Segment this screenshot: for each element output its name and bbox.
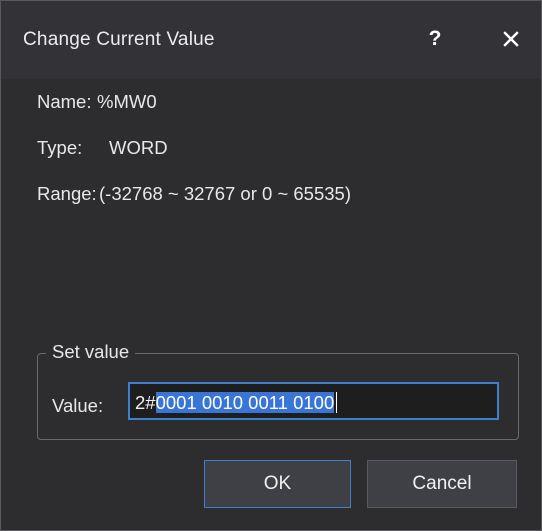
type-value: WORD bbox=[109, 137, 168, 158]
help-icon: ? bbox=[428, 27, 442, 50]
value-selected-text: 0001 0010 0011 0100 bbox=[155, 392, 335, 413]
title-bar: Change Current Value ? bbox=[1, 1, 541, 79]
value-prefix: 2# bbox=[135, 392, 156, 413]
range-label: Range: bbox=[37, 183, 97, 204]
cancel-button[interactable]: Cancel bbox=[367, 460, 517, 508]
text-caret bbox=[336, 392, 338, 413]
close-icon bbox=[503, 31, 519, 47]
close-button[interactable] bbox=[489, 17, 533, 61]
value-label: Value: bbox=[52, 395, 104, 416]
type-row: Type: WORD bbox=[37, 137, 168, 159]
name-row: Name: %MW0 bbox=[37, 91, 157, 113]
help-button[interactable]: ? bbox=[413, 17, 457, 61]
ok-button[interactable]: OK bbox=[204, 460, 351, 508]
set-value-group: Set value Value: 2#0001 0010 0011 0100 bbox=[37, 341, 519, 440]
range-row: Range: (-32768 ~ 32767 or 0 ~ 65535) bbox=[37, 183, 351, 205]
type-label: Type: bbox=[37, 137, 83, 158]
name-value: %MW0 bbox=[97, 91, 157, 112]
dialog-title: Change Current Value bbox=[23, 29, 215, 50]
name-label: Name: bbox=[37, 91, 92, 112]
value-input[interactable]: 2#0001 0010 0011 0100 bbox=[128, 382, 499, 420]
range-value: (-32768 ~ 32767 or 0 ~ 65535) bbox=[99, 183, 351, 204]
set-value-group-label: Set value bbox=[46, 341, 136, 363]
change-current-value-dialog: Change Current Value ? Name: %MW0 Type: WO… bbox=[0, 0, 542, 531]
